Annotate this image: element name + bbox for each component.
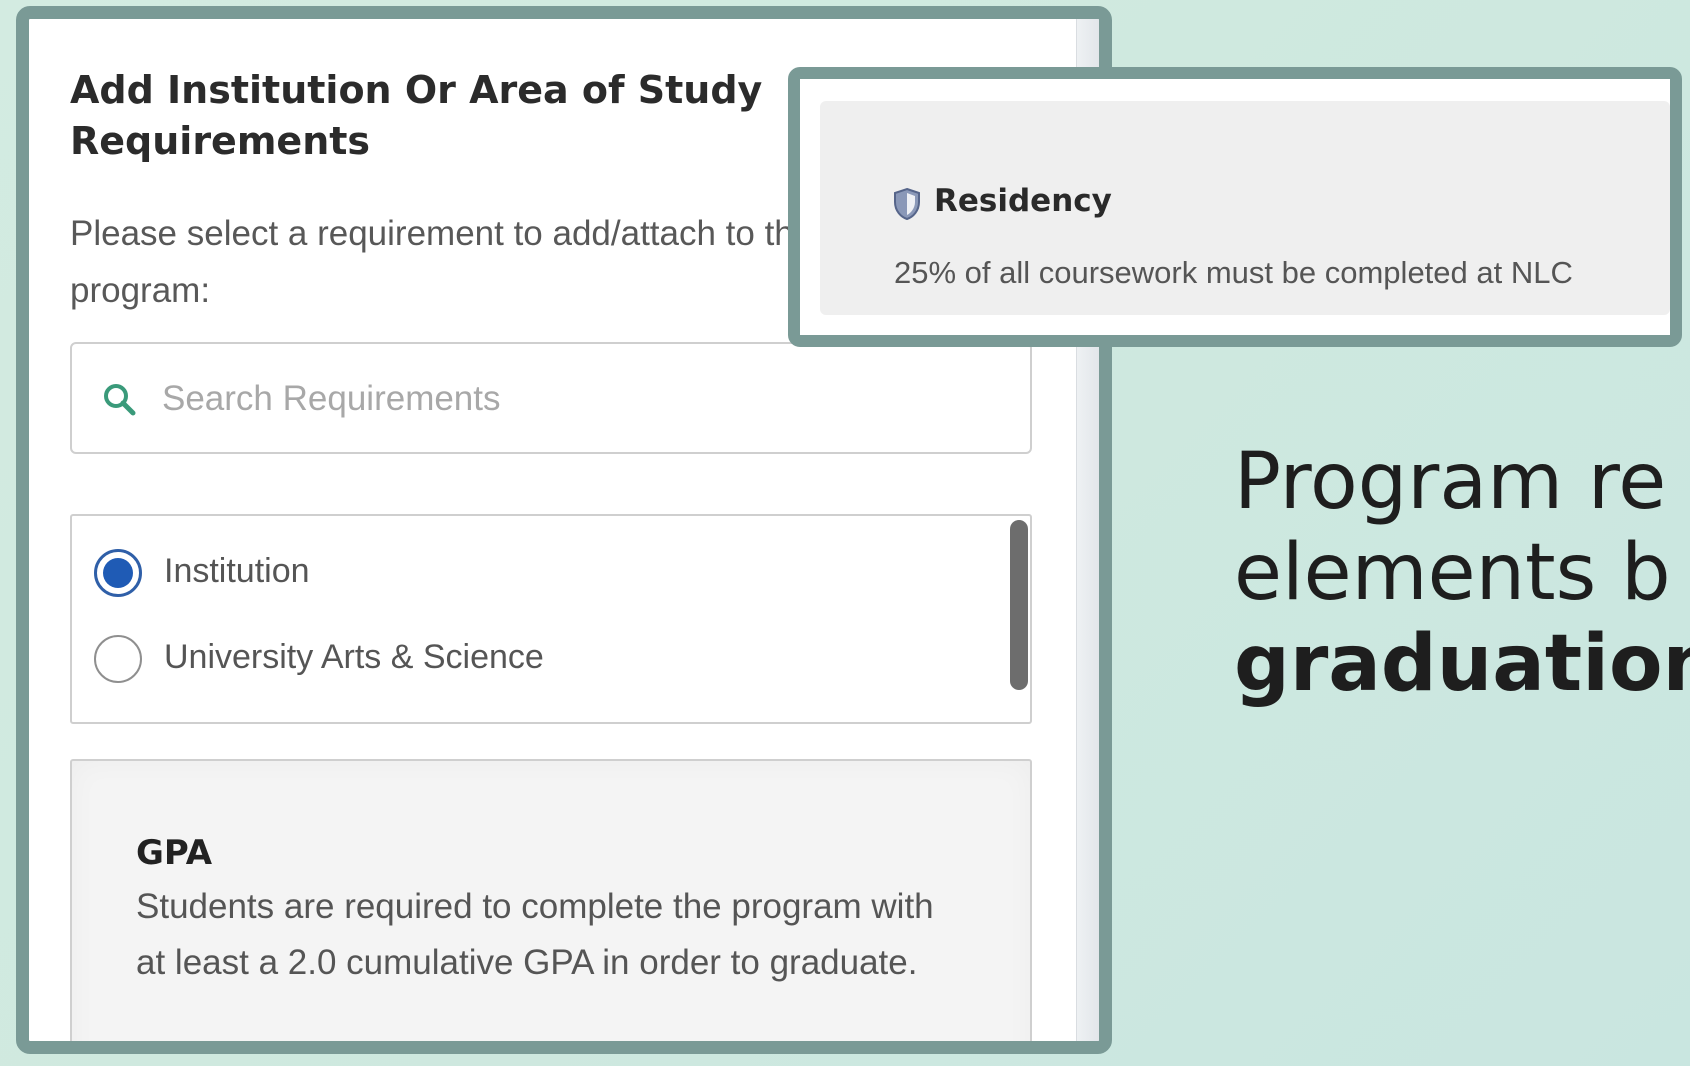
headline: Program re elements b graduation: [1234, 437, 1690, 710]
requirement-title: GPA: [136, 833, 213, 873]
headline-line-3: graduation: [1234, 619, 1690, 709]
search-icon: [104, 384, 136, 416]
headline-line-2: elements b: [1234, 528, 1671, 618]
residency-popup: Residency 25% of all coursework must be …: [788, 67, 1682, 347]
option-label-university-arts-science: University Arts & Science: [164, 638, 544, 676]
search-input[interactable]: [160, 368, 984, 430]
dialog-title-line-2: Requirements: [70, 119, 371, 163]
option-university-arts-science[interactable]: University Arts & Science: [94, 634, 934, 690]
requirement-card-gpa[interactable]: GPA Students are required to complete th…: [70, 759, 1032, 1041]
residency-title: Residency: [934, 183, 1112, 219]
options-scrollbar[interactable]: [1010, 520, 1028, 690]
headline-line-1: Program re: [1234, 437, 1667, 527]
radio-institution[interactable]: [94, 549, 142, 597]
option-institution[interactable]: Institution: [94, 548, 934, 604]
dialog-title: Add Institution Or Area of Study Require…: [70, 65, 790, 167]
search-box: [70, 342, 1032, 454]
radio-university-arts-science[interactable]: [94, 635, 142, 683]
option-label-institution: Institution: [164, 552, 310, 590]
area-options-list: Institution University Arts & Science: [70, 514, 1032, 724]
shield-icon: [894, 187, 920, 221]
residency-description: 25% of all coursework must be completed …: [894, 255, 1573, 290]
residency-card[interactable]: Residency 25% of all coursework must be …: [820, 101, 1670, 315]
dialog-title-line-1: Add Institution Or Area of Study: [70, 68, 763, 112]
requirement-description: Students are required to complete the pr…: [136, 887, 934, 982]
